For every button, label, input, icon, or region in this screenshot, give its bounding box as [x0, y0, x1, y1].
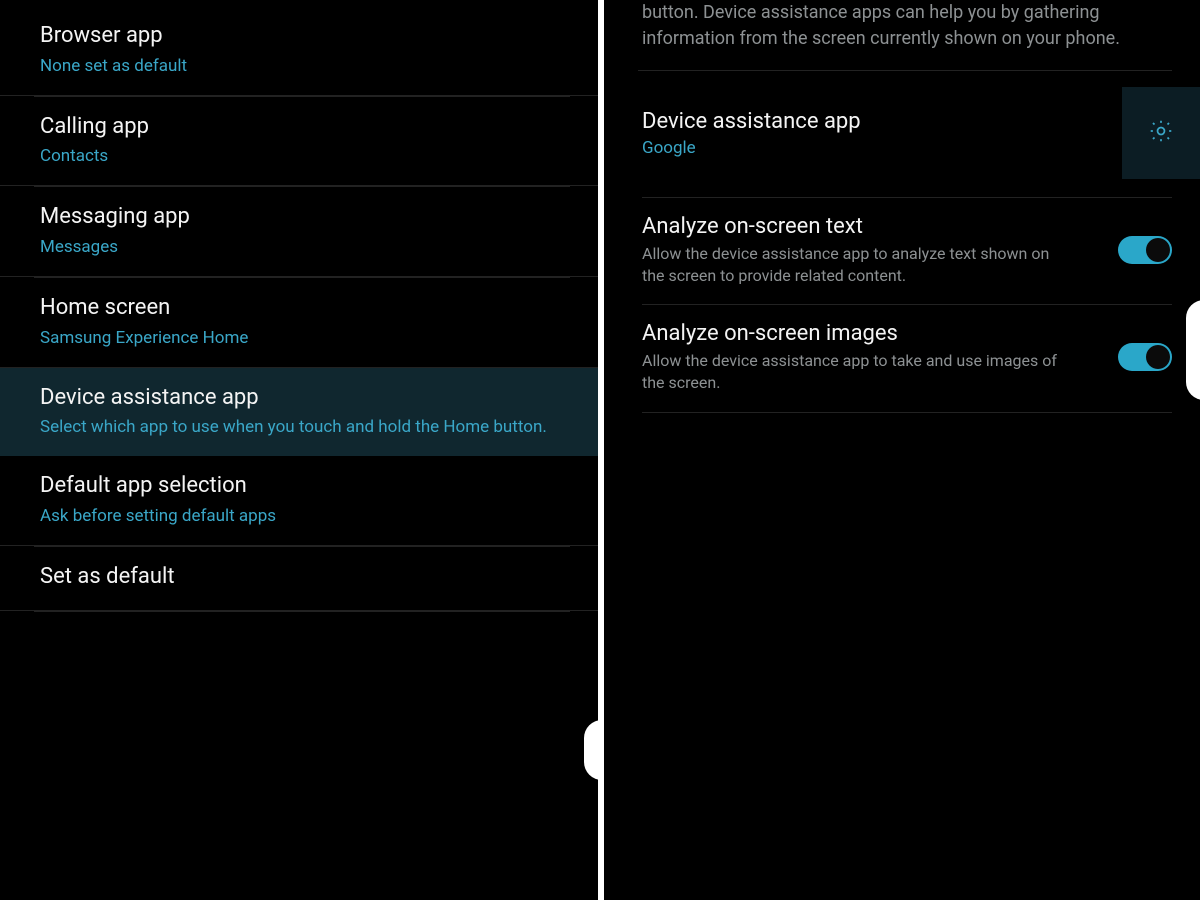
row-title: Analyze on-screen images	[642, 321, 1106, 346]
row-messaging-app[interactable]: Messaging app Messages	[0, 187, 598, 277]
row-set-as-default[interactable]: Set as default	[0, 547, 598, 611]
row-analyze-text[interactable]: Analyze on-screen text Allow the device …	[642, 198, 1172, 305]
toggle-analyze-text[interactable]	[1118, 236, 1172, 264]
row-analyze-images[interactable]: Analyze on-screen images Allow the devic…	[642, 305, 1172, 412]
toggle-analyze-images[interactable]	[1118, 343, 1172, 371]
row-description: Allow the device assistance app to analy…	[642, 243, 1062, 286]
row-title: Messaging app	[40, 203, 570, 232]
header-description: button. Device assistance apps can help …	[604, 0, 1200, 70]
device-assistance-screen: button. Device assistance apps can help …	[604, 0, 1200, 900]
gear-icon	[1148, 118, 1174, 148]
row-title: Calling app	[40, 113, 570, 142]
row-subtitle: None set as default	[40, 55, 570, 77]
divider	[34, 611, 570, 612]
row-title: Device assistance app	[40, 384, 570, 413]
row-subtitle: Samsung Experience Home	[40, 327, 570, 349]
row-default-app-selection[interactable]: Default app selection Ask before setting…	[0, 456, 598, 546]
row-home-screen[interactable]: Home screen Samsung Experience Home	[0, 278, 598, 368]
toggle-knob	[1146, 345, 1170, 369]
row-description: Allow the device assistance app to take …	[642, 350, 1062, 393]
row-browser-app[interactable]: Browser app None set as default	[0, 6, 598, 96]
row-device-assistance-app[interactable]: Device assistance app Google	[642, 71, 1172, 198]
default-apps-list: Browser app None set as default Calling …	[0, 0, 598, 612]
row-title: Home screen	[40, 294, 570, 323]
row-calling-app[interactable]: Calling app Contacts	[0, 97, 598, 187]
settings-button[interactable]	[1122, 87, 1200, 179]
row-title: Device assistance app	[642, 109, 1110, 134]
row-subtitle: Ask before setting default apps	[40, 505, 570, 527]
row-title: Analyze on-screen text	[642, 214, 1106, 239]
defaults-screen: Browser app None set as default Calling …	[0, 0, 598, 900]
row-subtitle: Contacts	[40, 145, 570, 167]
row-title: Browser app	[40, 22, 570, 51]
toggle-knob	[1146, 238, 1170, 262]
row-subtitle: Google	[642, 138, 1110, 158]
row-title: Default app selection	[40, 472, 570, 501]
row-title: Set as default	[40, 563, 570, 592]
row-subtitle: Select which app to use when you touch a…	[40, 416, 570, 438]
row-subtitle: Messages	[40, 236, 570, 258]
row-device-assistance-app[interactable]: Device assistance app Select which app t…	[0, 368, 598, 457]
